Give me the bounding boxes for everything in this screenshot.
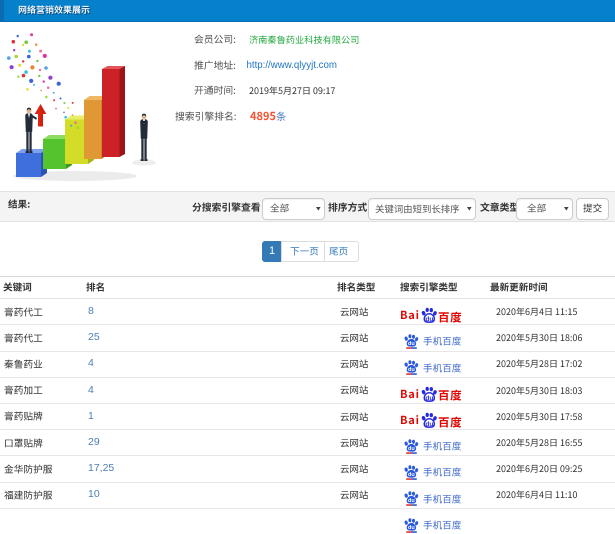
svg-text:du: du xyxy=(425,421,433,428)
svg-text:du: du xyxy=(408,368,415,374)
svg-text:du: du xyxy=(408,341,415,347)
svg-text:du: du xyxy=(425,316,433,323)
svg-text:du: du xyxy=(408,499,415,505)
svg-text:du: du xyxy=(408,472,415,478)
svg-text:du: du xyxy=(408,525,415,531)
svg-text:du: du xyxy=(408,446,415,452)
svg-text:du: du xyxy=(425,395,433,402)
